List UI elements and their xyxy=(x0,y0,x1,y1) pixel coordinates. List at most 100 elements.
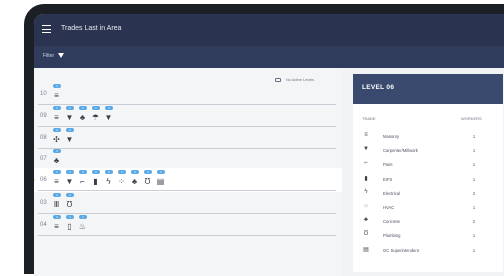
floor-number: 09 xyxy=(40,113,47,119)
worker-count-badge: 1 xyxy=(105,106,113,110)
scaffold-icon[interactable]: 1Ⅲ xyxy=(52,193,61,213)
trade-name: GC Superintendent xyxy=(383,247,419,253)
floor-trade-icons: 1 ≡ 1 ▼ 1 ⌐ 1 ▮ 2 ϟ 1 ⁘ 2 ♣ 1 Ʊ 1 ▤ xyxy=(52,170,165,190)
worker-count: 1 xyxy=(472,233,476,239)
workers-column-header: WORKERS xyxy=(461,116,482,121)
eifs-icon[interactable]: 1 ▮ xyxy=(91,170,100,190)
worker-count: 1 xyxy=(472,247,476,253)
filter-icon[interactable] xyxy=(58,53,64,58)
worker-count-badge: 1 xyxy=(92,106,100,110)
concrete-icon[interactable]: 1 ♣ xyxy=(52,149,61,169)
filter-bar: Filter xyxy=(34,46,504,68)
worker-count-badge: 1 xyxy=(66,128,74,132)
floor-trade-icons: 1Ⅲ1Ʊ xyxy=(52,193,74,213)
electrical-icon-glyph: ϟ xyxy=(106,177,111,186)
worker-count-badge: 1 xyxy=(53,84,61,88)
scaffold-icon-glyph: Ⅲ xyxy=(53,200,60,209)
worker-count-badge: 1 xyxy=(66,170,74,174)
worker-count-badge: 1 xyxy=(53,193,61,197)
active-floor-marker xyxy=(34,177,35,183)
trade-row[interactable]: ♣ Concrete 2 xyxy=(353,214,503,228)
hvac-icon-glyph: ✣ xyxy=(53,135,60,144)
trade-row[interactable]: ≡ Masonry 1 xyxy=(353,129,503,143)
trade-name: HVAC xyxy=(383,205,395,210)
plumbing-icon[interactable]: 1Ʊ xyxy=(65,193,74,213)
trade-name: Paint xyxy=(383,162,393,168)
paint-icon: ⌐ xyxy=(364,160,368,167)
carpenter-icon[interactable]: 1 ▼ xyxy=(65,106,74,126)
floor-row-03[interactable]: 03 1 Ⅲ 1 Ʊ xyxy=(34,191,342,215)
floor-trade-icons: 1 ♣ xyxy=(52,149,61,169)
plumbing-icon-glyph: Ʊ xyxy=(144,177,151,186)
electrical-icon[interactable]: 2ϟ xyxy=(104,170,113,190)
door-icon-glyph: ▯ xyxy=(67,222,72,231)
plumbing-icon-glyph: Ʊ xyxy=(66,200,73,209)
trade-row[interactable]: ▼ Carpenter/Millwork 1 xyxy=(353,143,503,157)
app-header: Trades Last in Area xyxy=(34,14,504,46)
menu-icon[interactable] xyxy=(42,25,51,33)
trade-column-header: TRADE xyxy=(362,116,376,121)
masonry-icon-glyph: ≡ xyxy=(54,177,59,186)
worker-count-badge: 1 xyxy=(66,215,74,219)
superintendent-icon[interactable]: 1 ▤ xyxy=(156,170,165,190)
trade-row[interactable]: ϟ Electrical 2 xyxy=(353,186,503,200)
hvac-icon-glyph: ☂ xyxy=(91,113,100,122)
masonry-icon[interactable]: 1 ≡ xyxy=(52,106,61,126)
worker-count: 2 xyxy=(472,219,476,225)
door-icon[interactable]: 1 ▯ xyxy=(65,215,74,235)
concrete-icon: ♣ xyxy=(364,217,368,224)
trade-row[interactable]: Ʊ Plumbing 1 xyxy=(353,228,503,242)
trade-row[interactable]: ⌐ Paint 1 xyxy=(353,157,503,171)
worker-count: 1 xyxy=(472,134,476,139)
floor-number: 06 xyxy=(40,177,47,183)
carpenter-icon[interactable]: 1 ▼ xyxy=(65,170,74,190)
floor-number: 03 xyxy=(40,200,47,206)
trade-name: Masonry xyxy=(383,134,400,139)
carpenter-icon[interactable]: 1 ▼ xyxy=(65,128,74,148)
trade-name: Electrical xyxy=(383,190,400,196)
trade-name: Carpenter/Millwork xyxy=(383,148,418,154)
trade-row[interactable]: ▤ GC Superintendent 1 xyxy=(353,243,503,257)
floor-trade-icons: 1 ✣ 1 ▼ xyxy=(52,128,74,148)
trade-name: EIFS xyxy=(383,176,393,182)
carpenter-icon-glyph: ▼ xyxy=(104,113,113,122)
roofing-icon[interactable]: 1 ♨ xyxy=(78,215,87,235)
eifs-icon: ▮ xyxy=(364,175,368,182)
paint-icon-glyph: ⌐ xyxy=(80,177,85,186)
floor-row-04[interactable]: 04 1 ≡ 1 ▯ 1 ♨ xyxy=(34,213,342,237)
worker-count-badge: 2 xyxy=(131,170,139,174)
floor-row-06[interactable]: 06 1 ≡ 1 ▼ 1 ⌐ 1 ▮ 2 ϟ 1 ⁘ 2 ♣ 1 Ʊ 1 ▤ xyxy=(34,168,342,192)
hvac-icon[interactable]: 1 ⁘ xyxy=(117,170,126,190)
worker-count: 1 xyxy=(472,148,476,154)
masonry-icon[interactable]: 1 ≡ xyxy=(52,170,61,190)
worker-count-badge: 1 xyxy=(79,106,87,110)
hvac-icon[interactable]: 1 ☂ xyxy=(91,106,100,126)
trade-row[interactable]: ▮ EIFS 1 xyxy=(353,172,503,186)
floor-number: 08 xyxy=(40,135,47,141)
plumbing-icon[interactable]: 1Ʊ xyxy=(143,170,152,190)
masonry-icon: ≡ xyxy=(364,132,368,138)
worker-count: 1 xyxy=(472,162,476,168)
filter-button[interactable]: Filter xyxy=(43,53,54,59)
trade-row[interactable]: ⁘ HVAC 1 xyxy=(353,200,503,214)
masonry-icon-glyph: ≡ xyxy=(54,113,59,122)
carpenter-icon-glyph: ▼ xyxy=(65,135,74,144)
paint-icon[interactable]: 1 ⌐ xyxy=(78,170,87,190)
masonry-icon[interactable]: 1 ≡ xyxy=(52,215,61,235)
floor-trade-icons: 1 ≡ 1 ▯ 1 ♨ xyxy=(52,215,87,235)
hvac-icon[interactable]: 1 ✣ xyxy=(52,128,61,148)
masonry-icon[interactable]: 1 ≡ xyxy=(52,84,61,104)
worker-count-badge: 1 xyxy=(92,170,100,174)
worker-count-badge: 1 xyxy=(53,170,61,174)
worker-count: 1 xyxy=(472,205,476,210)
masonry-icon-glyph: ≡ xyxy=(54,222,59,231)
concrete-icon[interactable]: 1 ♣ xyxy=(78,106,87,126)
superintendent-icon-glyph: ▤ xyxy=(156,177,165,186)
carpenter-icon[interactable]: 1 ▼ xyxy=(104,106,113,126)
floor-row-09[interactable]: 09 1 ≡ 1 ▼ 1 ♣ 1 ☂ 1 ▼ xyxy=(34,104,342,128)
concrete-icon-glyph: ♣ xyxy=(79,113,86,122)
floor-divider xyxy=(38,235,336,236)
floor-row-10[interactable]: 10 1 ≡ xyxy=(34,82,342,106)
worker-count-badge: 2 xyxy=(105,170,113,174)
concrete-icon[interactable]: 2 ♣ xyxy=(130,170,139,190)
